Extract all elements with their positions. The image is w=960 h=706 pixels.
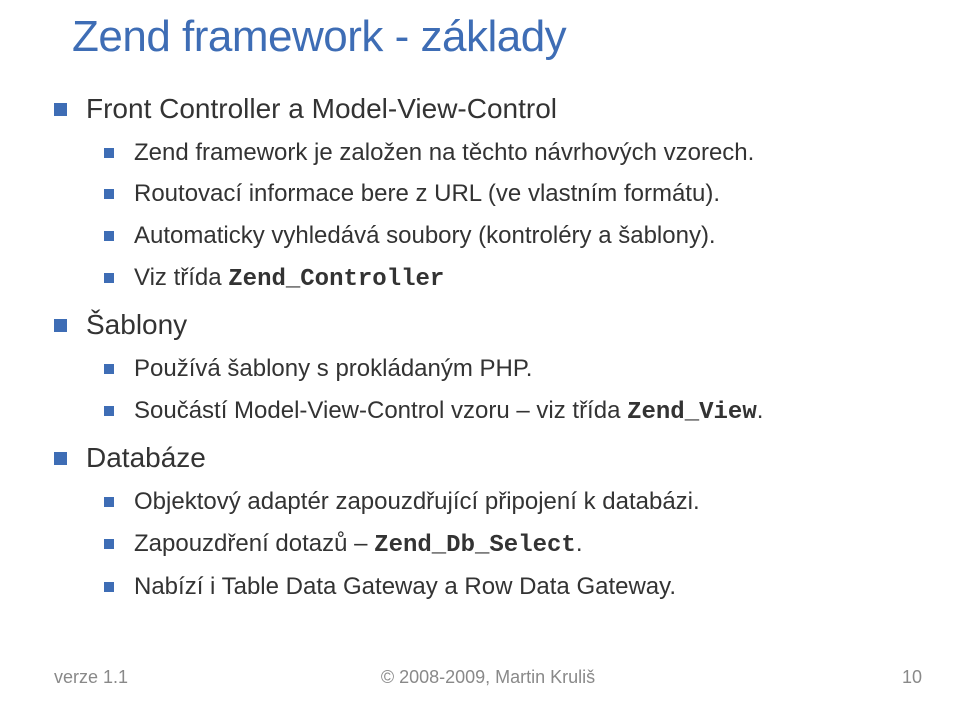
footer: verze 1.1 © 2008-2009, Martin Kruliš 10 xyxy=(0,667,960,688)
item-text: Viz třída xyxy=(134,264,228,291)
section-heading: Front Controller a Model-View-Control xyxy=(86,93,557,124)
item-text: Nabízí i Table Data Gateway a Row Data G… xyxy=(134,573,676,600)
item-text: Objektový adaptér zapouzdřující připojen… xyxy=(134,488,700,515)
list-item: Součástí Model-View-Control vzoru – viz … xyxy=(104,394,960,430)
item-text: Routovací informace bere z URL (ve vlast… xyxy=(134,180,720,207)
item-text: . xyxy=(757,397,764,424)
item-code: Zend_Controller xyxy=(228,266,444,293)
item-code: Zend_View xyxy=(627,399,757,426)
item-text: Zapouzdření dotazů – xyxy=(134,530,374,557)
item-text: Zend framework je založen na těchto návr… xyxy=(134,139,754,166)
section-databaze: Databáze Objektový adaptér zapouzdřující… xyxy=(54,439,960,604)
main-list: Front Controller a Model-View-Control Ze… xyxy=(54,90,960,604)
list-item: Nabízí i Table Data Gateway a Row Data G… xyxy=(104,570,960,604)
list-item: Objektový adaptér zapouzdřující připojen… xyxy=(104,485,960,519)
item-text: Používá šablony s prokládaným PHP. xyxy=(134,355,532,382)
item-code: Zend_Db_Select xyxy=(374,532,576,559)
list-item: Zapouzdření dotazů – Zend_Db_Select. xyxy=(104,527,960,563)
list-item: Automaticky vyhledává soubory (kontrolér… xyxy=(104,219,960,253)
slide-title: Zend framework - základy xyxy=(72,12,960,62)
sublist: Používá šablony s prokládaným PHP. Součá… xyxy=(104,352,960,429)
list-item: Viz třída Zend_Controller xyxy=(104,261,960,297)
footer-copyright: © 2008-2009, Martin Kruliš xyxy=(54,667,922,688)
item-text: Součástí Model-View-Control vzoru – viz … xyxy=(134,397,627,424)
section-sablony: Šablony Používá šablony s prokládaným PH… xyxy=(54,306,960,429)
list-item: Routovací informace bere z URL (ve vlast… xyxy=(104,177,960,211)
footer-version: verze 1.1 xyxy=(54,667,128,688)
footer-page-number: 10 xyxy=(902,667,922,688)
section-front-controller: Front Controller a Model-View-Control Ze… xyxy=(54,90,960,296)
list-item: Používá šablony s prokládaným PHP. xyxy=(104,352,960,386)
sublist: Objektový adaptér zapouzdřující připojen… xyxy=(104,485,960,604)
item-text: Automaticky vyhledává soubory (kontrolér… xyxy=(134,222,716,249)
section-heading: Databáze xyxy=(86,442,206,473)
sublist: Zend framework je založen na těchto návr… xyxy=(104,136,960,296)
list-item: Zend framework je založen na těchto návr… xyxy=(104,136,960,170)
section-heading: Šablony xyxy=(86,309,187,340)
item-text: . xyxy=(576,530,583,557)
